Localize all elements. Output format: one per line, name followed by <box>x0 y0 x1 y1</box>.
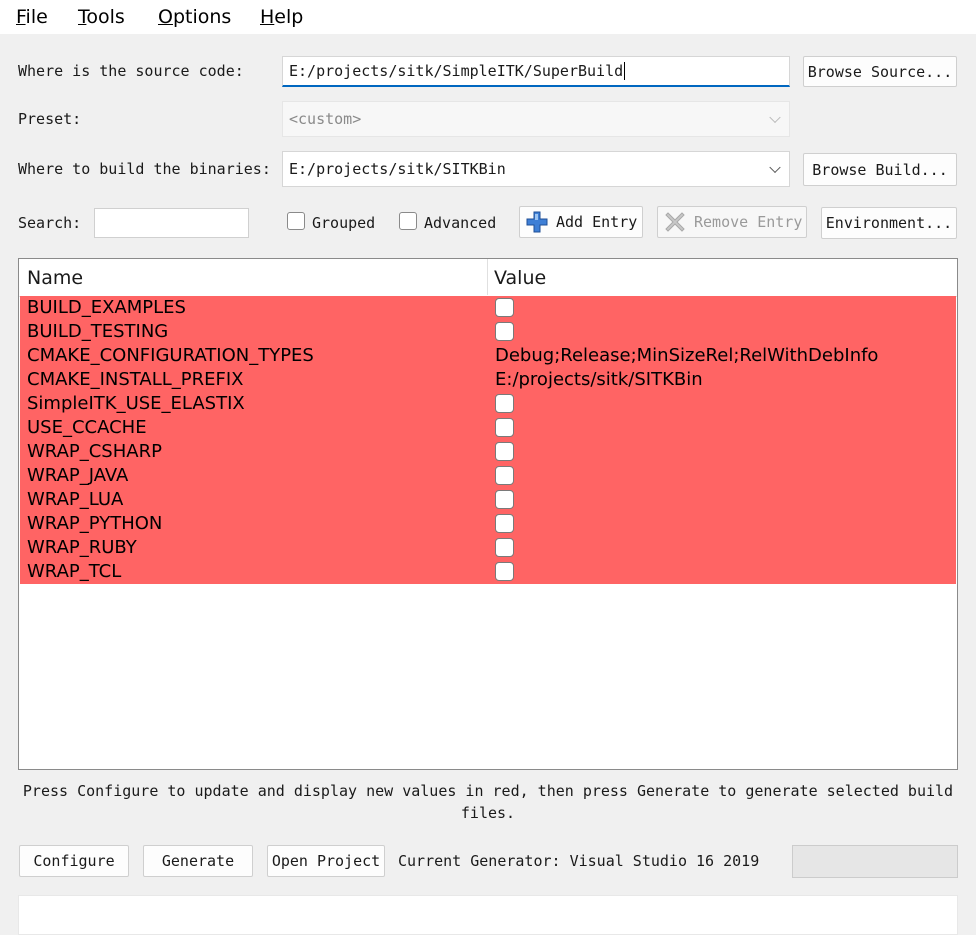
source-input[interactable]: E:/projects/sitk/SimpleITK/SuperBuild <box>282 56 790 87</box>
source-label: Where is the source code: <box>18 62 244 80</box>
preset-select[interactable]: <custom> <box>282 101 790 137</box>
cache-entry-name: BUILD_EXAMPLES <box>27 297 186 318</box>
hint-text: Press Configure to update and display ne… <box>22 782 954 822</box>
progress-bar <box>792 845 958 878</box>
cache-entry-name: WRAP_CSHARP <box>27 441 162 462</box>
menu-help[interactable]: Help <box>260 6 303 28</box>
chevron-down-icon <box>769 111 781 124</box>
table-row[interactable]: WRAP_JAVA <box>20 464 956 488</box>
preset-label: Preset: <box>18 110 82 128</box>
configure-button[interactable]: Configure <box>19 845 129 877</box>
advanced-label: Advanced <box>424 214 497 232</box>
cache-entry-checkbox[interactable] <box>495 466 514 485</box>
menu-options[interactable]: Options <box>158 6 231 28</box>
chevron-down-icon <box>769 161 781 174</box>
grouped-label: Grouped <box>312 214 376 232</box>
cache-entry-checkbox[interactable] <box>495 490 514 509</box>
cache-entry-value[interactable]: Debug;Release;MinSizeRel;RelWithDebInfo <box>495 345 878 366</box>
cache-entry-checkbox[interactable] <box>495 442 514 461</box>
cache-entry-name: USE_CCACHE <box>27 417 147 438</box>
cache-entry-name: WRAP_JAVA <box>27 465 129 486</box>
output-log[interactable] <box>18 895 958 935</box>
build-label: Where to build the binaries: <box>18 160 271 178</box>
environment-button[interactable]: Environment... <box>821 207 957 239</box>
menu-file[interactable]: File <box>16 6 48 28</box>
generate-button[interactable]: Generate <box>143 845 253 877</box>
table-row[interactable]: WRAP_TCL <box>20 560 956 584</box>
table-row[interactable]: WRAP_RUBY <box>20 536 956 560</box>
table-header: Name Value <box>19 259 957 297</box>
cache-entry-checkbox[interactable] <box>495 514 514 533</box>
advanced-checkbox[interactable] <box>399 212 417 230</box>
cache-entry-name: SimpleITK_USE_ELASTIX <box>27 393 245 414</box>
column-divider[interactable] <box>487 259 488 295</box>
cache-entry-value[interactable]: E:/projects/sitk/SITKBin <box>495 369 703 390</box>
column-header-value[interactable]: Value <box>494 267 546 289</box>
cache-entry-name: CMAKE_INSTALL_PREFIX <box>27 369 244 390</box>
search-label: Search: <box>18 214 82 232</box>
cache-entry-checkbox[interactable] <box>495 298 514 317</box>
text-cursor <box>624 62 626 80</box>
add-entry-button[interactable]: Add Entry <box>519 206 643 238</box>
column-header-name[interactable]: Name <box>27 267 83 289</box>
cache-entry-checkbox[interactable] <box>495 538 514 557</box>
table-row[interactable]: BUILD_TESTING <box>20 320 956 344</box>
table-row[interactable]: SimpleITK_USE_ELASTIX <box>20 392 956 416</box>
current-generator-text: Current Generator: Visual Studio 16 2019 <box>398 852 760 870</box>
table-row[interactable]: BUILD_EXAMPLES <box>20 296 956 320</box>
table-row[interactable]: WRAP_PYTHON <box>20 512 956 536</box>
cache-entry-name: WRAP_RUBY <box>27 537 137 558</box>
cache-entry-name: WRAP_PYTHON <box>27 513 163 534</box>
build-dir-select[interactable]: E:/projects/sitk/SITKBin <box>282 151 790 187</box>
cache-table: Name Value BUILD_EXAMPLES BUILD_TESTING CM… <box>18 258 958 770</box>
cache-entry-name: BUILD_TESTING <box>27 321 169 342</box>
open-project-button[interactable]: Open Project <box>267 845 385 877</box>
remove-icon <box>665 212 685 232</box>
table-row[interactable]: WRAP_CSHARP <box>20 440 956 464</box>
cache-entry-name: WRAP_TCL <box>27 561 122 582</box>
table-row[interactable]: USE_CCACHE <box>20 416 956 440</box>
cache-entry-name: CMAKE_CONFIGURATION_TYPES <box>27 345 314 366</box>
table-row[interactable]: CMAKE_CONFIGURATION_TYPES Debug;Release;M… <box>20 344 956 368</box>
cache-entry-checkbox[interactable] <box>495 562 514 581</box>
cache-entry-name: WRAP_LUA <box>27 489 124 510</box>
table-row[interactable]: CMAKE_INSTALL_PREFIX E:/projects/sitk/SIT… <box>20 368 956 392</box>
menu-tools[interactable]: Tools <box>78 6 125 28</box>
cache-entry-checkbox[interactable] <box>495 418 514 437</box>
menu-bar: File Tools Options Help <box>0 0 976 34</box>
browse-source-button[interactable]: Browse Source... <box>803 56 957 87</box>
add-icon <box>526 211 548 233</box>
grouped-checkbox[interactable] <box>287 212 305 230</box>
remove-entry-button[interactable]: Remove Entry <box>657 206 807 238</box>
table-row[interactable]: WRAP_LUA <box>20 488 956 512</box>
cache-entry-checkbox[interactable] <box>495 394 514 413</box>
cache-entry-checkbox[interactable] <box>495 322 514 341</box>
browse-build-button[interactable]: Browse Build... <box>803 153 957 186</box>
search-input[interactable] <box>94 208 249 238</box>
